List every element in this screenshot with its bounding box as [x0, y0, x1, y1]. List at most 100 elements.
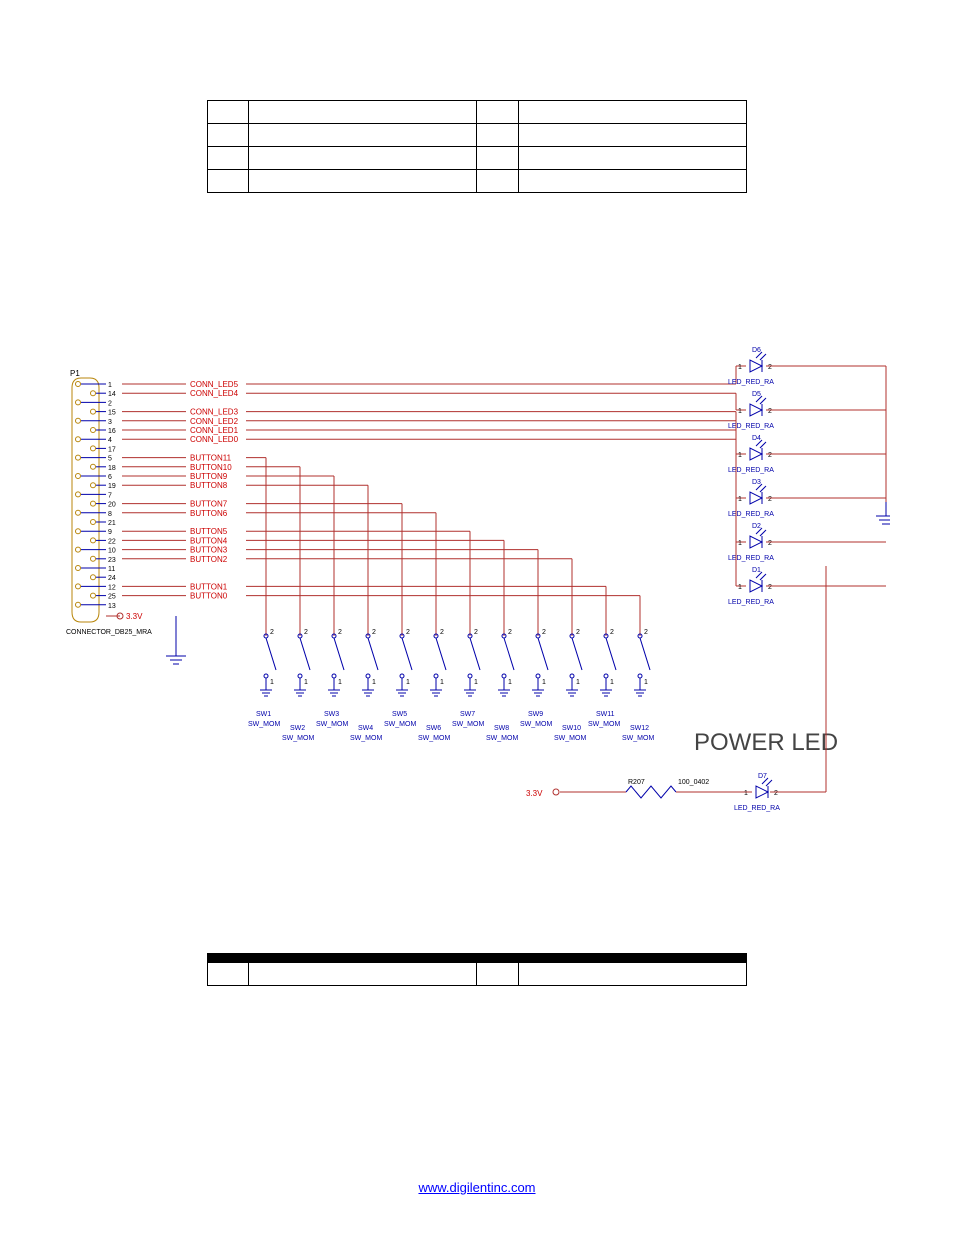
- svg-text:2: 2: [508, 629, 512, 636]
- svg-text:2: 2: [440, 629, 444, 636]
- table-cell: [518, 170, 746, 193]
- svg-text:BUTTON3: BUTTON3: [190, 546, 228, 555]
- svg-text:BUTTON2: BUTTON2: [190, 555, 228, 564]
- svg-text:1: 1: [108, 382, 112, 389]
- table-cell: [249, 963, 477, 986]
- svg-text:P1: P1: [70, 369, 80, 378]
- svg-text:1: 1: [406, 679, 410, 686]
- svg-text:R207: R207: [628, 779, 645, 786]
- svg-text:SW5: SW5: [392, 711, 407, 718]
- svg-text:4: 4: [108, 437, 112, 444]
- svg-text:SW11: SW11: [596, 711, 615, 718]
- svg-text:2: 2: [474, 629, 478, 636]
- svg-text:D5: D5: [752, 391, 761, 398]
- svg-text:CONN_LED4: CONN_LED4: [190, 389, 239, 398]
- svg-text:SW10: SW10: [562, 725, 581, 732]
- svg-text:SW9: SW9: [528, 711, 543, 718]
- svg-text:2: 2: [576, 629, 580, 636]
- svg-text:LED_RED_RA: LED_RED_RA: [728, 511, 774, 518]
- svg-text:1: 1: [440, 679, 444, 686]
- svg-text:24: 24: [108, 575, 116, 582]
- svg-text:2: 2: [406, 629, 410, 636]
- svg-text:6: 6: [108, 474, 112, 481]
- svg-text:LED_RED_RA: LED_RED_RA: [728, 599, 774, 606]
- table-cell: [518, 124, 746, 147]
- svg-text:D2: D2: [752, 523, 761, 530]
- svg-text:CONN_LED3: CONN_LED3: [190, 408, 239, 417]
- table-header: [249, 954, 477, 963]
- svg-text:BUTTON6: BUTTON6: [190, 509, 228, 518]
- switch-SW5: 2 1 SW5 SW_MOM: [384, 629, 416, 728]
- svg-text:15: 15: [108, 410, 116, 417]
- svg-text:CONN_LED5: CONN_LED5: [190, 380, 239, 389]
- svg-text:LED_RED_RA: LED_RED_RA: [728, 555, 774, 562]
- svg-text:BUTTON1: BUTTON1: [190, 582, 228, 591]
- table-cell: [477, 170, 518, 193]
- svg-text:1: 1: [738, 540, 742, 547]
- svg-text:25: 25: [108, 594, 116, 601]
- table-cell: [208, 124, 249, 147]
- svg-text:5: 5: [108, 456, 112, 463]
- footer-link[interactable]: www.digilentinc.com: [0, 1180, 954, 1195]
- svg-text:2: 2: [768, 364, 772, 371]
- svg-text:LED_RED_RA: LED_RED_RA: [734, 805, 780, 812]
- svg-text:2: 2: [768, 496, 772, 503]
- svg-text:2: 2: [768, 408, 772, 415]
- svg-text:1: 1: [610, 679, 614, 686]
- svg-text:D3: D3: [752, 479, 761, 486]
- svg-text:14: 14: [108, 391, 116, 398]
- svg-text:BUTTON7: BUTTON7: [190, 500, 228, 509]
- svg-text:7: 7: [108, 492, 112, 499]
- svg-text:1: 1: [474, 679, 478, 686]
- svg-text:12: 12: [108, 584, 116, 591]
- table-cell: [208, 101, 249, 124]
- svg-text:2: 2: [108, 400, 112, 407]
- table-cell: [249, 170, 477, 193]
- svg-text:D7: D7: [758, 773, 767, 780]
- svg-text:17: 17: [108, 446, 116, 453]
- table-cell: [477, 147, 518, 170]
- svg-text:SW2: SW2: [290, 725, 305, 732]
- switch-SW12: 21SW12SW_MOM: [622, 629, 654, 742]
- switch-SW1: 21SW1SW_MOM: [248, 629, 280, 728]
- power-led-section: POWER LED 3.3V R207 100_0402 12D7LED_RED…: [526, 566, 838, 812]
- svg-text:10: 10: [108, 548, 116, 555]
- svg-text:1: 1: [644, 679, 648, 686]
- table-1: [207, 100, 747, 193]
- svg-text:SW_MOM: SW_MOM: [384, 721, 416, 728]
- svg-text:3: 3: [108, 419, 112, 426]
- svg-text:BUTTON4: BUTTON4: [190, 536, 228, 545]
- table-2: [207, 953, 747, 986]
- svg-text:SW8: SW8: [494, 725, 509, 732]
- svg-text:D6: D6: [752, 347, 761, 354]
- svg-text:2: 2: [610, 629, 614, 636]
- supply-ground: 3.3V: [106, 612, 186, 664]
- svg-text:2: 2: [768, 584, 772, 591]
- svg-text:13: 13: [108, 603, 116, 610]
- svg-text:1: 1: [738, 584, 742, 591]
- svg-text:BUTTON10: BUTTON10: [190, 463, 232, 472]
- svg-text:1: 1: [744, 790, 748, 797]
- switch-SW11: 21SW11SW_MOM: [588, 629, 620, 728]
- svg-text:1: 1: [738, 452, 742, 459]
- table-cell: [477, 124, 518, 147]
- svg-text:BUTTON11: BUTTON11: [190, 454, 232, 463]
- switch-SW2: 21SW2SW_MOM: [282, 629, 314, 742]
- switch-SW8: 21SW8SW_MOM: [486, 629, 518, 742]
- svg-text:CONN_LED2: CONN_LED2: [190, 417, 239, 426]
- svg-text:SW_MOM: SW_MOM: [350, 735, 382, 742]
- table-cell: [477, 101, 518, 124]
- table-cell: [249, 124, 477, 147]
- svg-text:2: 2: [774, 790, 778, 797]
- table-cell: [518, 963, 746, 986]
- svg-text:9: 9: [108, 529, 112, 536]
- svg-text:SW7: SW7: [460, 711, 475, 718]
- svg-text:LED_RED_RA: LED_RED_RA: [728, 467, 774, 474]
- svg-text:16: 16: [108, 428, 116, 435]
- svg-text:18: 18: [108, 465, 116, 472]
- svg-text:SW_MOM: SW_MOM: [248, 721, 280, 728]
- svg-text:1: 1: [738, 496, 742, 503]
- svg-text:SW_MOM: SW_MOM: [418, 735, 450, 742]
- svg-text:D4: D4: [752, 435, 761, 442]
- switch-SW10: 21SW10SW_MOM: [554, 629, 586, 742]
